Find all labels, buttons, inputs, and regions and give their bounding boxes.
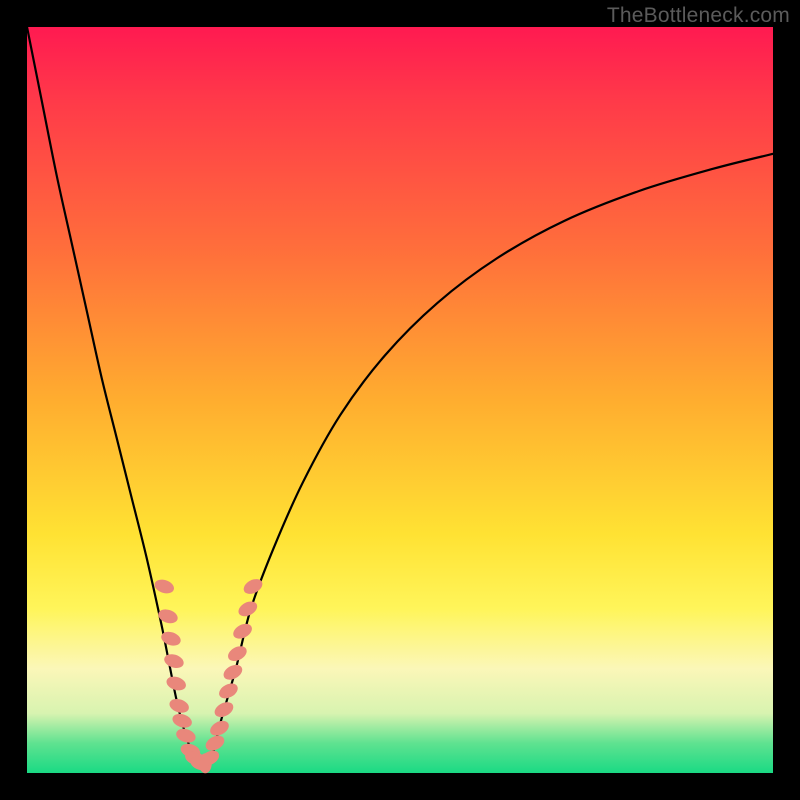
- data-point: [168, 697, 191, 716]
- curve-layer: [27, 27, 773, 767]
- data-point: [203, 733, 227, 754]
- watermark-text: TheBottleneck.com: [607, 4, 790, 28]
- chart-frame: TheBottleneck.com: [0, 0, 800, 800]
- chart-svg: [27, 27, 773, 773]
- data-point: [153, 577, 176, 596]
- data-point: [212, 699, 236, 720]
- data-point: [171, 712, 194, 731]
- marker-layer: [153, 576, 265, 773]
- data-point: [156, 607, 179, 626]
- bottleneck-curve: [27, 27, 773, 767]
- data-point: [162, 652, 185, 671]
- data-point: [165, 674, 188, 693]
- data-point: [208, 718, 232, 739]
- plot-area: [27, 27, 773, 773]
- data-point: [174, 726, 197, 745]
